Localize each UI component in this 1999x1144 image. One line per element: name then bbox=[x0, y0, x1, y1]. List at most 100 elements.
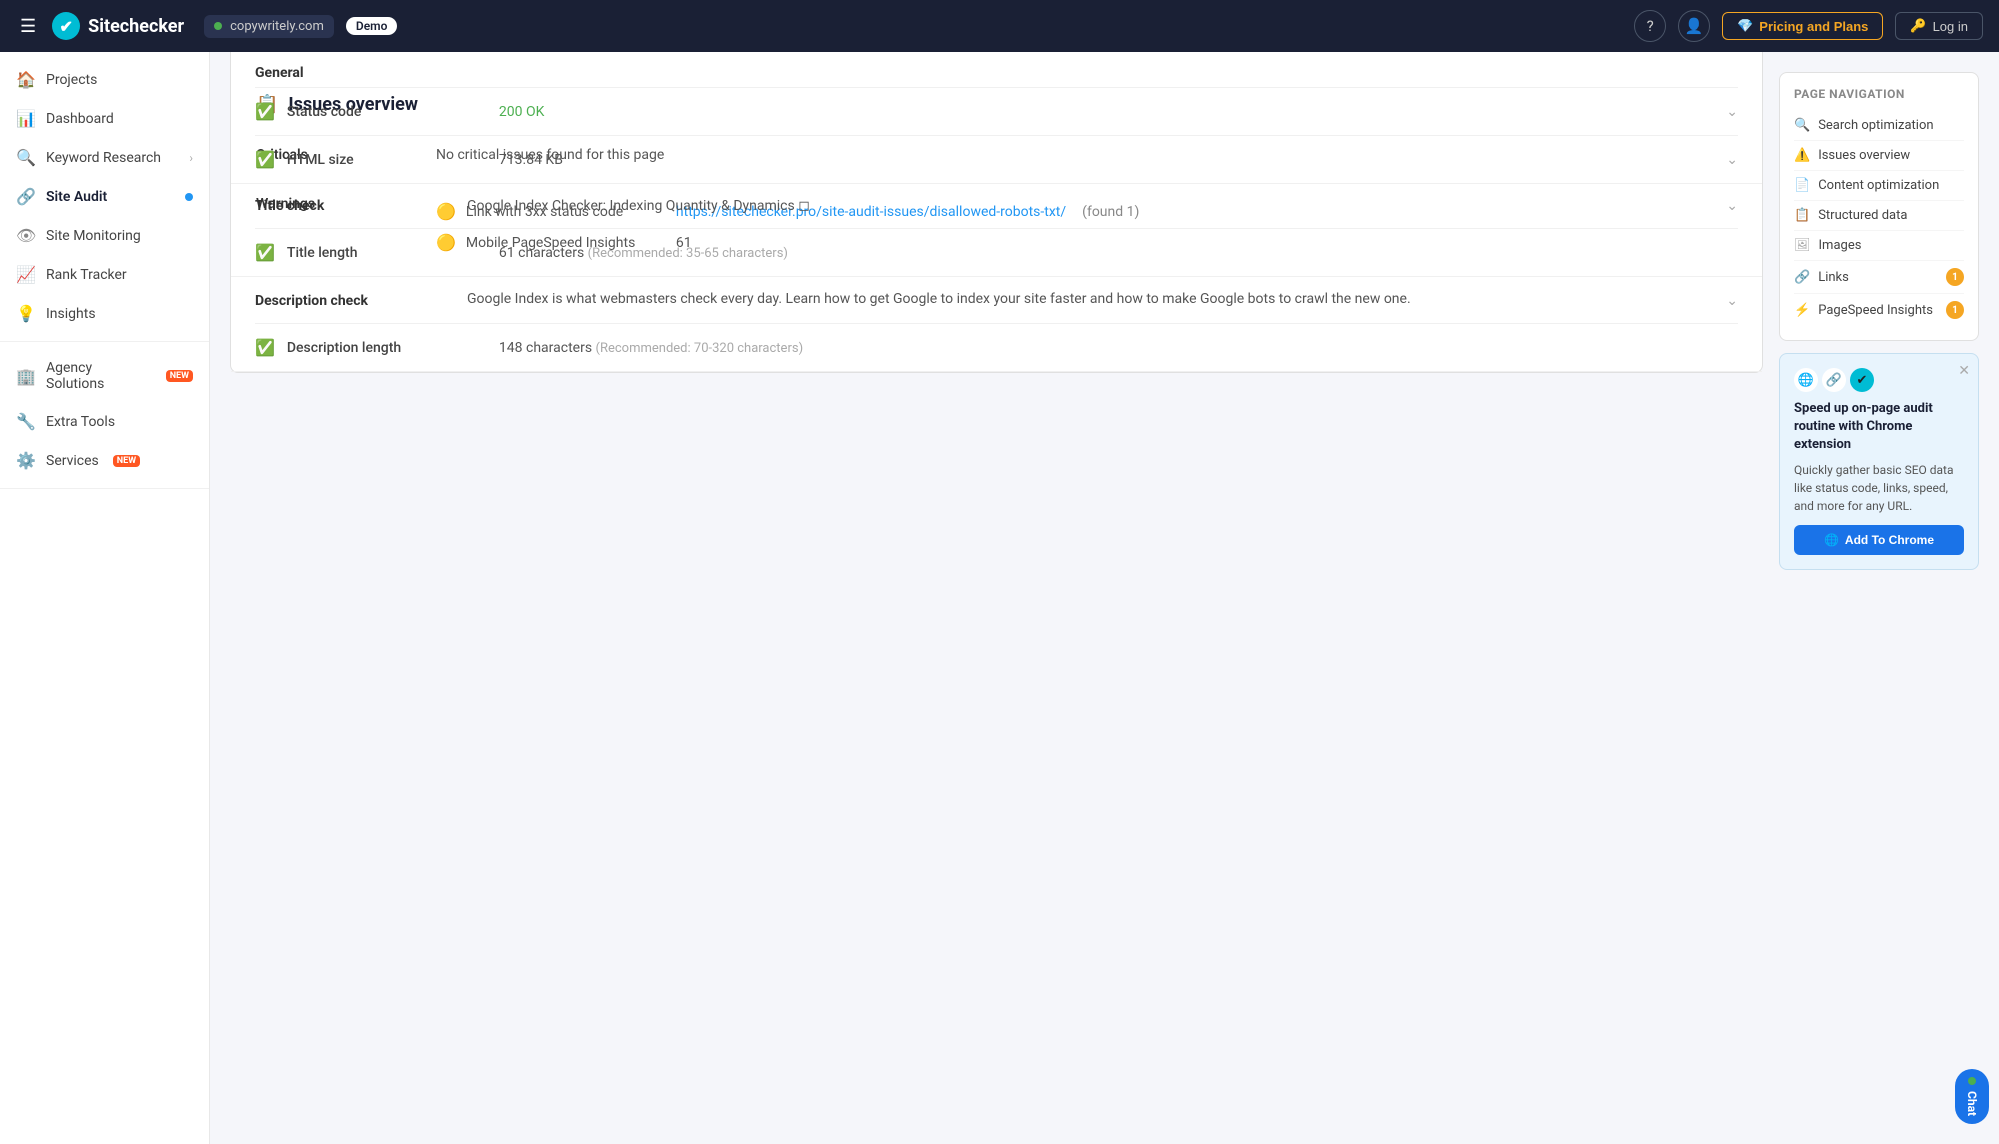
nav-label-structured-data: Structured data bbox=[1818, 208, 1907, 223]
agency-new-badge: NEW bbox=[166, 370, 193, 382]
site-status-dot bbox=[214, 22, 222, 30]
chrome-btn-label: Add To Chrome bbox=[1845, 533, 1934, 547]
title-length-check-icon: ✅ bbox=[255, 243, 275, 262]
right-panel: Page navigation 🔍 Search optimization ⚠️… bbox=[1779, 72, 1979, 1124]
html-size-check-icon: ✅ bbox=[255, 150, 275, 169]
description-length-row: ✅ Description length 148 characters (Rec… bbox=[255, 324, 1738, 371]
nav-item-links[interactable]: 🔗 Links 1 bbox=[1794, 261, 1964, 294]
monitoring-icon: 👁 bbox=[16, 226, 36, 245]
html-size-label: HTML size bbox=[287, 152, 487, 168]
description-check-header-row: Description check Google Index is what w… bbox=[255, 277, 1738, 324]
pagespeed-icon: ⚡ bbox=[1794, 303, 1810, 318]
html-size-chevron[interactable]: ⌄ bbox=[1726, 152, 1738, 168]
nav-item-images[interactable]: 🖼 Images bbox=[1794, 231, 1964, 261]
pricing-icon: 💎 bbox=[1737, 18, 1753, 34]
tools-icon: 🔧 bbox=[16, 412, 36, 431]
links-badge: 1 bbox=[1946, 268, 1964, 286]
nav-item-issues-overview[interactable]: ⚠️ Issues overview bbox=[1794, 141, 1964, 171]
chrome-circle-icon: 🌐 bbox=[1794, 368, 1818, 392]
general-group: General ✅ Status code 200 OK ⌄ ✅ HTML si… bbox=[231, 52, 1762, 184]
nav-item-pagespeed[interactable]: ⚡ PageSpeed Insights 1 bbox=[1794, 294, 1964, 326]
nav-label-content-optimization: Content optimization bbox=[1818, 178, 1939, 193]
promo-close-button[interactable]: ✕ bbox=[1958, 362, 1970, 379]
sidebar-label-extra-tools: Extra Tools bbox=[46, 414, 115, 430]
sidebar-item-site-monitoring[interactable]: 👁 Site Monitoring bbox=[0, 216, 209, 255]
help-button[interactable]: ? bbox=[1634, 10, 1666, 42]
nav-item-search-optimization[interactable]: 🔍 Search optimization bbox=[1794, 111, 1964, 141]
sidebar-label-site-monitoring: Site Monitoring bbox=[46, 228, 141, 244]
html-size-row: ✅ HTML size 713.84 KB ⌄ bbox=[255, 136, 1738, 183]
description-check-chevron[interactable]: ⌄ bbox=[1726, 291, 1738, 309]
description-check-value: Google Index is what webmasters check ev… bbox=[467, 291, 1714, 307]
nav-item-structured-data[interactable]: 📋 Structured data bbox=[1794, 201, 1964, 231]
pagespeed-badge: 1 bbox=[1946, 301, 1964, 319]
sidebar-item-agency-solutions[interactable]: 🏢 Agency Solutions NEW bbox=[0, 350, 209, 402]
chat-button[interactable]: Chat bbox=[1955, 1069, 1989, 1124]
title-check-value: Google Index Checker: Indexing Quantity … bbox=[467, 198, 1714, 214]
description-check-group: Description check Google Index is what w… bbox=[231, 277, 1762, 372]
nav-item-content-optimization[interactable]: 📄 Content optimization bbox=[1794, 171, 1964, 201]
page-navigation-card: Page navigation 🔍 Search optimization ⚠️… bbox=[1779, 72, 1979, 341]
status-code-chevron[interactable]: ⌄ bbox=[1726, 104, 1738, 120]
sidebar-item-extra-tools[interactable]: 🔧 Extra Tools bbox=[0, 402, 209, 441]
services-new-badge: NEW bbox=[113, 455, 140, 467]
chevron-icon: › bbox=[189, 151, 193, 165]
chat-online-dot bbox=[1968, 1077, 1976, 1085]
login-label: Log in bbox=[1933, 19, 1968, 34]
login-button[interactable]: 🔑 Log in bbox=[1895, 12, 1983, 40]
agency-icon: 🏢 bbox=[16, 367, 36, 386]
logo-text: Sitechecker bbox=[88, 16, 184, 37]
sidebar-label-keyword-research: Keyword Research bbox=[46, 150, 161, 166]
login-icon: 🔑 bbox=[1910, 18, 1926, 34]
title-length-label: Title length bbox=[287, 245, 487, 261]
description-check-label: Description check bbox=[255, 291, 455, 309]
hamburger-button[interactable]: ☰ bbox=[16, 12, 40, 41]
main-content: 📋 Issues overview Criticals No critical … bbox=[230, 72, 1763, 1124]
pricing-button[interactable]: 💎 Pricing and Plans bbox=[1722, 12, 1883, 40]
pricing-label: Pricing and Plans bbox=[1759, 19, 1868, 34]
nav-label-pagespeed: PageSpeed Insights bbox=[1818, 303, 1933, 318]
site-name: copywritely.com bbox=[230, 19, 324, 34]
demo-badge: Demo bbox=[346, 17, 398, 35]
content-area: 📋 Issues overview Criticals No critical … bbox=[210, 52, 1999, 1144]
sidebar-label-site-audit: Site Audit bbox=[46, 189, 107, 205]
html-size-value: 713.84 KB bbox=[499, 152, 1714, 168]
status-code-value: 200 OK bbox=[499, 104, 1714, 120]
sidebar-item-projects[interactable]: 🏠 Projects bbox=[0, 60, 209, 99]
sidebar-item-keyword-research[interactable]: 🔍 Keyword Research › bbox=[0, 138, 209, 177]
top-header: ☰ ✔ Sitechecker copywritely.com Demo ? 👤… bbox=[0, 0, 1999, 52]
add-to-chrome-button[interactable]: 🌐 Add To Chrome bbox=[1794, 525, 1964, 555]
sidebar-item-rank-tracker[interactable]: 📈 Rank Tracker bbox=[0, 255, 209, 294]
title-check-chevron[interactable]: ⌄ bbox=[1726, 198, 1738, 214]
structured-data-icon: 📋 bbox=[1794, 208, 1810, 223]
nav-label-search-optimization: Search optimization bbox=[1818, 118, 1933, 133]
description-length-label: Description length bbox=[287, 340, 487, 356]
link-circle-icon: 🔗 bbox=[1822, 368, 1846, 392]
sidebar-label-services: Services bbox=[46, 453, 99, 469]
general-label: General bbox=[255, 52, 1738, 88]
status-code-check-icon: ✅ bbox=[255, 102, 275, 121]
sidebar-item-dashboard[interactable]: 📊 Dashboard bbox=[0, 99, 209, 138]
sidebar-item-site-audit[interactable]: 🔗 Site Audit bbox=[0, 177, 209, 216]
chat-label: Chat bbox=[1965, 1091, 1979, 1116]
site-selector[interactable]: copywritely.com bbox=[204, 15, 334, 38]
site-audit-badge bbox=[185, 193, 193, 201]
sidebar-section-extra: 🏢 Agency Solutions NEW 🔧 Extra Tools ⚙️ … bbox=[0, 342, 209, 489]
user-add-button[interactable]: 👤 bbox=[1678, 10, 1710, 42]
search-opt-icon: 🔍 bbox=[1794, 118, 1810, 133]
nav-label-issues-overview: Issues overview bbox=[1818, 148, 1910, 163]
status-code-row: ✅ Status code 200 OK ⌄ bbox=[255, 88, 1738, 136]
sidebar-item-services[interactable]: ⚙️ Services NEW bbox=[0, 441, 209, 480]
logo-icon: ✔ bbox=[52, 12, 80, 40]
status-code-label: Status code bbox=[287, 104, 487, 120]
description-length-check-icon: ✅ bbox=[255, 338, 275, 357]
links-icon: 🔗 bbox=[1794, 270, 1810, 285]
sidebar-item-insights[interactable]: 💡 Insights bbox=[0, 294, 209, 333]
promo-title: Speed up on-page audit routine with Chro… bbox=[1794, 400, 1964, 455]
site-audit-icon: 🔗 bbox=[16, 187, 36, 206]
title-length-value: 61 characters (Recommended: 35-65 charac… bbox=[499, 245, 1738, 261]
dashboard-icon: 📊 bbox=[16, 109, 36, 128]
keyword-icon: 🔍 bbox=[16, 148, 36, 167]
title-check-label: Title check bbox=[255, 198, 455, 214]
promo-icons: 🌐 🔗 ✔ bbox=[1794, 368, 1964, 392]
